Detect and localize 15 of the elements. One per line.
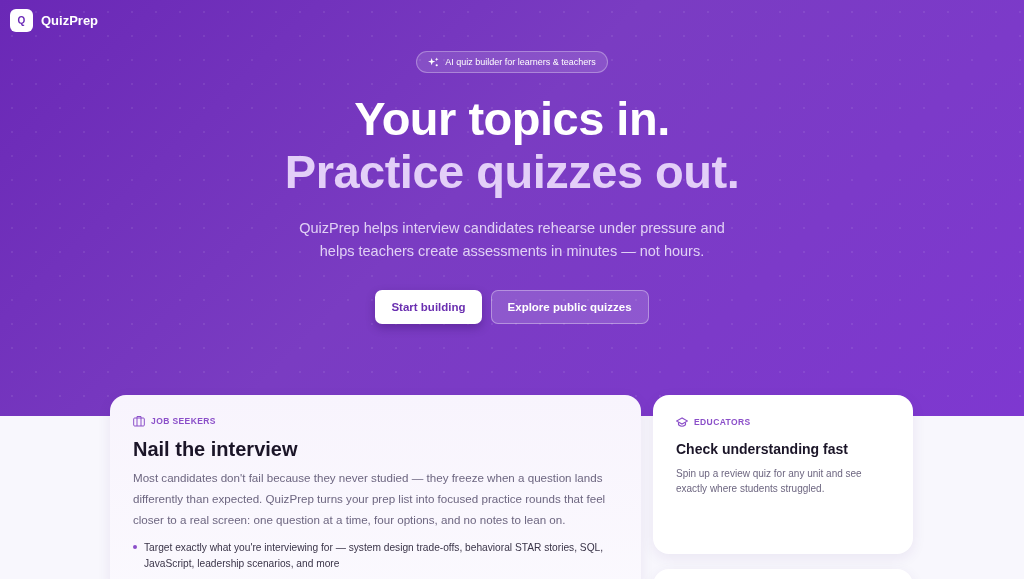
explore-button[interactable]: Explore public quizzes: [490, 290, 649, 324]
bullet-text: Target exactly what you're interviewing for — system design trade-offs, behavioral STAR stories, SQL, JavaScript, leadership scenarios, and more: [144, 541, 605, 571]
logo-icon[interactable]: Q: [10, 9, 33, 32]
start-button[interactable]: Start building: [375, 290, 482, 324]
card-label: EDUCATORS: [694, 417, 751, 427]
hero-heading: Practice quizzes out.: [284, 145, 740, 198]
card-description: Most candidates don't fail because they never studied — they freeze when a question lands differently than expected. QuizPrep turns your prep list into focused practice rounds that feel closer to a real screen: one question at a time, four options, and no notes to lean on.: [133, 470, 607, 528]
card-description: Spin up a review quiz for any unit and see exactly where students struggled.: [676, 467, 863, 496]
card-title: Nail the interview: [133, 438, 299, 461]
hero-badge: AI quiz builder for learners & teachers: [416, 51, 608, 73]
card-title: Check understanding fast: [676, 441, 849, 457]
card-label: JOB SEEKERS: [151, 416, 216, 426]
hero-heading: Your topics in.: [354, 92, 670, 145]
brand-name[interactable]: QuizPrep: [41, 13, 99, 28]
hero-description: QuizPrep helps interview candidates rehearse under pressure and helps teachers create assessments in minutes — not hours.: [298, 219, 726, 261]
